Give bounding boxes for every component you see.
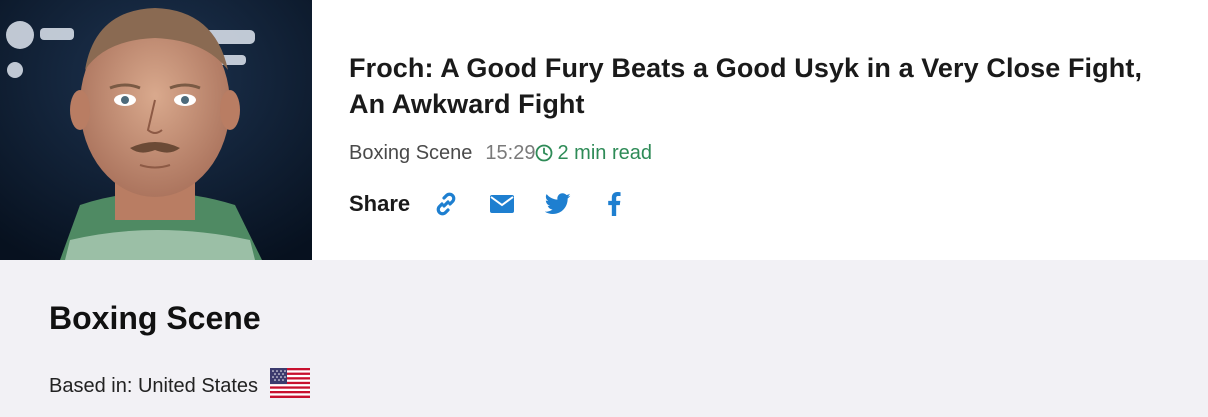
facebook-share-button[interactable]	[600, 190, 628, 218]
article-meta: Boxing Scene 15:29 2 min read	[349, 140, 1179, 166]
link-icon	[436, 192, 456, 216]
us-flag-icon	[270, 368, 311, 404]
article-source[interactable]: Boxing Scene	[349, 140, 472, 166]
twitter-share-button[interactable]	[544, 190, 572, 218]
article-body: Froch: A Good Fury Beats a Good Usyk in …	[349, 50, 1179, 218]
article-card[interactable]: Froch: A Good Fury Beats a Good Usyk in …	[0, 0, 1208, 260]
share-row: Share	[349, 190, 1179, 218]
read-time-label: 2 min read	[557, 142, 652, 164]
based-in-row: Based in: United States	[49, 368, 311, 404]
facebook-icon	[608, 192, 621, 216]
email-share-button[interactable]	[488, 190, 516, 218]
article-thumbnail[interactable]	[0, 0, 312, 260]
source-name: Boxing Scene	[49, 300, 261, 336]
copy-link-button[interactable]	[432, 190, 460, 218]
source-info-panel: Boxing Scene Based in: United States	[0, 260, 1208, 417]
read-time: 2 min read	[535, 140, 652, 166]
based-in-label: Based in: United States	[49, 374, 259, 397]
share-label: Share	[349, 191, 411, 216]
article-headline[interactable]: Froch: A Good Fury Beats a Good Usyk in …	[349, 50, 1179, 122]
twitter-icon	[545, 193, 571, 214]
article-time: 15:29	[485, 142, 536, 164]
envelope-icon	[490, 195, 515, 213]
boxer-portrait-image	[0, 0, 312, 260]
clock-icon	[536, 144, 553, 162]
